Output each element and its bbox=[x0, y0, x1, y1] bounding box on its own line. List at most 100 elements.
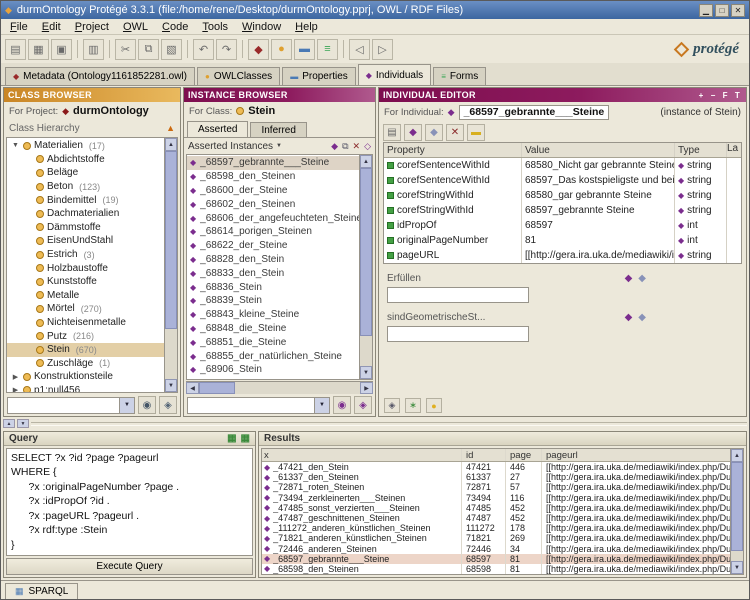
class-tree-item[interactable]: Dämmstoffe bbox=[7, 221, 164, 235]
tab-inferred[interactable]: Inferred bbox=[250, 122, 306, 137]
property-row[interactable]: originalPageNumber81◆int bbox=[384, 233, 741, 248]
remove-value-button[interactable]: ◆ bbox=[638, 312, 646, 323]
instance-item[interactable]: ◆_68843_kleine_Steine bbox=[187, 308, 359, 322]
sort-arrow-icon[interactable]: ▼ bbox=[276, 143, 282, 149]
delete-instance-button[interactable]: ✕ bbox=[353, 141, 361, 152]
execute-query-button[interactable]: Execute Query bbox=[6, 558, 253, 575]
property-row[interactable]: idPropOf68597◆int bbox=[384, 218, 741, 233]
class-tree-item[interactable]: Estrich(3) bbox=[7, 248, 164, 262]
result-row[interactable]: ◆_68597_gebrannte___Steine6859781[[http:… bbox=[262, 554, 730, 564]
property-row[interactable]: corefSentenceWithId68580_Nicht gar gebra… bbox=[384, 158, 741, 173]
class-options-button[interactable]: ◈ bbox=[159, 396, 177, 414]
view-instance-button[interactable]: ◇ bbox=[364, 141, 371, 152]
scroll-down-icon[interactable]: ▼ bbox=[360, 366, 372, 379]
class-tree-item[interactable]: Metalle bbox=[7, 289, 164, 303]
column-header[interactable]: Value bbox=[522, 143, 675, 157]
class-tree-item[interactable]: Beläge bbox=[7, 166, 164, 180]
result-row[interactable]: ◆_68598_den_Steinen6859881[[http://gera.… bbox=[262, 564, 730, 574]
forms-view-button[interactable]: ≡ bbox=[317, 39, 338, 60]
properties-view-button[interactable]: ▬ bbox=[294, 39, 315, 60]
class-tree-item[interactable]: Abdichtstoffe bbox=[7, 153, 164, 167]
copy-button[interactable]: ⧉ bbox=[138, 39, 159, 60]
add-value-button[interactable]: ◆ bbox=[625, 273, 633, 284]
result-row[interactable]: ◆_71821_anderen_künstlichen_Steinen71821… bbox=[262, 533, 730, 543]
instance-item[interactable]: ◆_68855_der_natürlichen_Steine bbox=[187, 349, 359, 363]
class-tree-item[interactable]: Kunststoffe bbox=[7, 275, 164, 289]
instance-filter-combobox[interactable]: ▼ bbox=[187, 397, 330, 414]
column-header[interactable]: Property bbox=[384, 143, 522, 157]
class-tree-scrollbar[interactable]: ▲ ▼ bbox=[164, 138, 177, 392]
instance-item[interactable]: ◆_68602_den_Steinen bbox=[187, 197, 359, 211]
instance-item[interactable]: ◆_68600_der_Steine bbox=[187, 184, 359, 198]
column-header[interactable]: pageurl bbox=[542, 449, 730, 461]
open-project-button[interactable]: ▦ bbox=[28, 39, 49, 60]
individual-name-field[interactable]: _68597_gebrannte___Steine bbox=[459, 105, 610, 120]
tab-owlclasses[interactable]: ●OWLClasses bbox=[197, 67, 280, 85]
scroll-left-icon[interactable]: ◀ bbox=[186, 382, 199, 394]
column-header[interactable]: La bbox=[727, 143, 741, 157]
class-tree-item[interactable]: Bindemittel(19) bbox=[7, 193, 164, 207]
menu-window[interactable]: Window bbox=[235, 21, 288, 33]
type-icon[interactable]: T bbox=[733, 91, 742, 100]
tests-icon[interactable]: ∗ bbox=[405, 398, 421, 413]
load-query-icon[interactable]: ▦ bbox=[241, 433, 250, 444]
instance-item[interactable]: ◆_68597_gebrannte___Steine bbox=[187, 156, 359, 170]
remove-icon[interactable]: − bbox=[709, 91, 718, 100]
combo-arrow-icon[interactable]: ▼ bbox=[119, 398, 134, 413]
result-row[interactable]: ◆_73494_zerkleinerten___Steinen73494116[… bbox=[262, 493, 730, 503]
result-row[interactable]: ◆_72871_roten_Steinen7287157[[http://ger… bbox=[262, 482, 730, 492]
scroll-down-icon[interactable]: ▼ bbox=[165, 379, 177, 392]
field-input-sindgeometrischest[interactable] bbox=[387, 326, 529, 342]
instance-item[interactable]: ◆_68836_Stein bbox=[187, 280, 359, 294]
tab-sparql[interactable]: ▦ SPARQL bbox=[5, 583, 78, 599]
instance-list-hscrollbar[interactable]: ◀ ▶ bbox=[186, 381, 373, 394]
scroll-track[interactable] bbox=[360, 168, 372, 366]
build-archive-button[interactable]: ▥ bbox=[83, 39, 104, 60]
tab-properties[interactable]: ▬Properties bbox=[282, 67, 356, 85]
scroll-up-icon[interactable]: ▲ bbox=[360, 155, 372, 168]
instance-item[interactable]: ◆_68839_Stein bbox=[187, 294, 359, 308]
back-button[interactable]: ◁ bbox=[349, 39, 370, 60]
scroll-up-icon[interactable]: ▲ bbox=[165, 138, 177, 151]
maximize-button[interactable]: □ bbox=[715, 4, 729, 17]
menu-code[interactable]: Code bbox=[155, 21, 195, 33]
save-query-icon[interactable]: ▦ bbox=[227, 433, 236, 444]
instance-item[interactable]: ◆_68606_der_angefeuchteten_Steine bbox=[187, 211, 359, 225]
results-scrollbar[interactable]: ▲ ▼ bbox=[730, 449, 743, 574]
minimize-button[interactable]: ▁ bbox=[699, 4, 713, 17]
class-tree-item[interactable]: Nichteisenmetalle bbox=[7, 316, 164, 330]
splitter-groove[interactable] bbox=[31, 422, 747, 426]
horizontal-splitter[interactable]: ▲ ▼ bbox=[1, 418, 749, 429]
forward-button[interactable]: ▷ bbox=[372, 39, 393, 60]
find-class-button[interactable]: ◉ bbox=[138, 396, 156, 414]
add-reference-button[interactable]: ◆ bbox=[425, 124, 443, 141]
hierarchy-icon[interactable]: ▲ bbox=[166, 123, 175, 133]
property-row[interactable]: pageURL[[http://gera.ira.uka.de/mediawik… bbox=[384, 248, 741, 263]
tab-metadata-ontology1161852281-owl-[interactable]: ◆Metadata (Ontology1161852281.owl) bbox=[5, 67, 195, 85]
instance-item[interactable]: ◆_68614_porigen_Steinen bbox=[187, 225, 359, 239]
save-project-button[interactable]: ▣ bbox=[51, 39, 72, 60]
new-project-button[interactable]: ▤ bbox=[5, 39, 26, 60]
class-tree-item[interactable]: Putz(216) bbox=[7, 329, 164, 343]
class-tree-item[interactable]: Stein(670) bbox=[7, 343, 164, 357]
scroll-thumb[interactable] bbox=[731, 462, 743, 551]
class-tree-item[interactable]: Dachmaterialien bbox=[7, 207, 164, 221]
combo-arrow-icon[interactable]: ▼ bbox=[314, 398, 329, 413]
result-row[interactable]: ◆_72446_anderen_Steinen7244634[[http://g… bbox=[262, 544, 730, 554]
scroll-up-icon[interactable]: ▲ bbox=[731, 449, 743, 462]
remove-value-button[interactable]: ◆ bbox=[638, 273, 646, 284]
tab-asserted[interactable]: Asserted bbox=[187, 121, 248, 137]
types-icon[interactable]: ◈ bbox=[384, 398, 400, 413]
class-tree-item[interactable]: Mörtel(270) bbox=[7, 302, 164, 316]
scroll-thumb[interactable] bbox=[165, 151, 177, 329]
menu-help[interactable]: Help bbox=[288, 21, 325, 33]
delete-value-button[interactable]: ✕ bbox=[446, 124, 464, 141]
query-editor[interactable]: SELECT ?x ?id ?page ?pageurl WHERE { ?x … bbox=[6, 448, 253, 556]
collapse-down-icon[interactable]: ▼ bbox=[17, 419, 29, 428]
instance-item[interactable]: ◆_68622_der_Steine bbox=[187, 239, 359, 253]
menu-edit[interactable]: Edit bbox=[35, 21, 68, 33]
instance-list-scrollbar[interactable]: ▲ ▼ bbox=[359, 155, 372, 379]
scroll-down-icon[interactable]: ▼ bbox=[731, 561, 743, 574]
add-icon[interactable]: + bbox=[697, 91, 706, 100]
column-header[interactable]: x bbox=[262, 449, 462, 461]
